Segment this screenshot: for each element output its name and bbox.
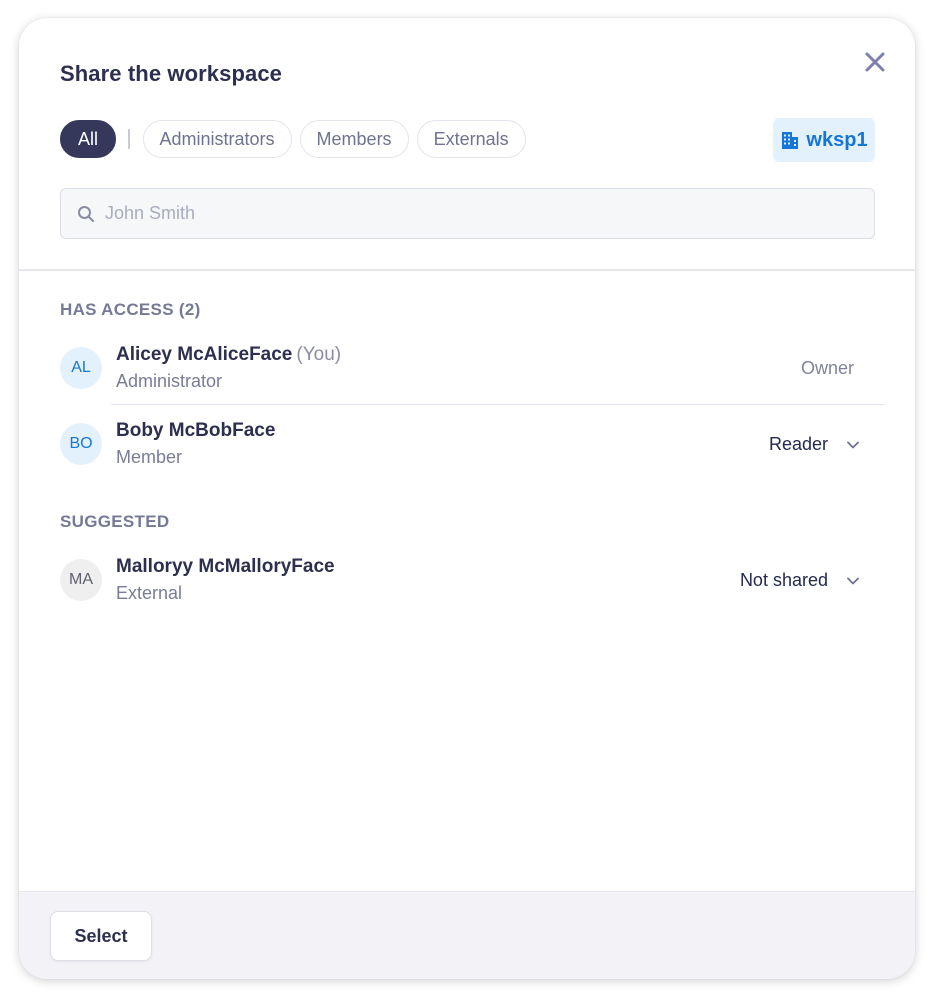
filter-administrators[interactable]: Administrators — [142, 120, 292, 158]
search-icon — [78, 205, 94, 222]
search-input[interactable] — [103, 202, 807, 225]
person-role: Member — [116, 447, 183, 467]
header-divider — [19, 269, 915, 271]
close-button[interactable] — [859, 46, 891, 78]
filter-separator — [128, 129, 130, 149]
chevron-down-icon — [847, 441, 859, 448]
person-row: AL Alicey McAliceFace (You) Administrator… — [60, 338, 860, 398]
you-tag: (You) — [296, 344, 342, 365]
avatar: AL — [60, 347, 102, 389]
person-name: Boby McBobFace — [116, 420, 276, 441]
filter-members[interactable]: Members — [299, 120, 409, 158]
permission-value: Not shared — [739, 570, 828, 590]
dialog-footer: Select — [19, 891, 915, 979]
person-role: External — [116, 583, 183, 603]
building-icon — [782, 132, 799, 149]
person-name: Malloryy McMalloryFace — [116, 556, 335, 577]
filter-all[interactable]: All — [60, 120, 117, 158]
person-row: BO Boby McBobFace Member Reader — [60, 414, 860, 474]
chevron-down-icon — [847, 577, 859, 584]
filter-tabs: All Administrators Members Externals — [60, 120, 534, 158]
workspace-label: wksp1 — [806, 128, 868, 151]
share-dialog: Share the workspace All Administrators M… — [19, 18, 915, 979]
has-access-label: HAS ACCESS (2) — [60, 300, 201, 319]
close-icon — [865, 52, 885, 72]
person-role: Administrator — [116, 371, 223, 391]
permission-value: Reader — [768, 434, 828, 454]
avatar: MA — [60, 559, 102, 601]
person-row: MA Malloryy McMalloryFace External Not s… — [60, 550, 860, 610]
avatar: BO — [60, 423, 102, 465]
dialog-title: Share the workspace — [60, 61, 282, 86]
person-name-text: Alicey McAliceFace — [116, 344, 293, 365]
permission-owner: Owner — [800, 358, 854, 378]
permission-dropdown[interactable]: Not shared — [740, 570, 860, 591]
filter-externals[interactable]: Externals — [416, 120, 526, 158]
person-name: Alicey McAliceFace (You) — [116, 344, 341, 366]
suggested-label: SUGGESTED — [60, 512, 170, 531]
workspace-badge[interactable]: wksp1 — [773, 118, 875, 162]
search-box — [60, 188, 875, 239]
permission-dropdown[interactable]: Reader — [769, 434, 860, 455]
row-divider — [111, 404, 885, 405]
select-button[interactable]: Select — [50, 911, 152, 961]
